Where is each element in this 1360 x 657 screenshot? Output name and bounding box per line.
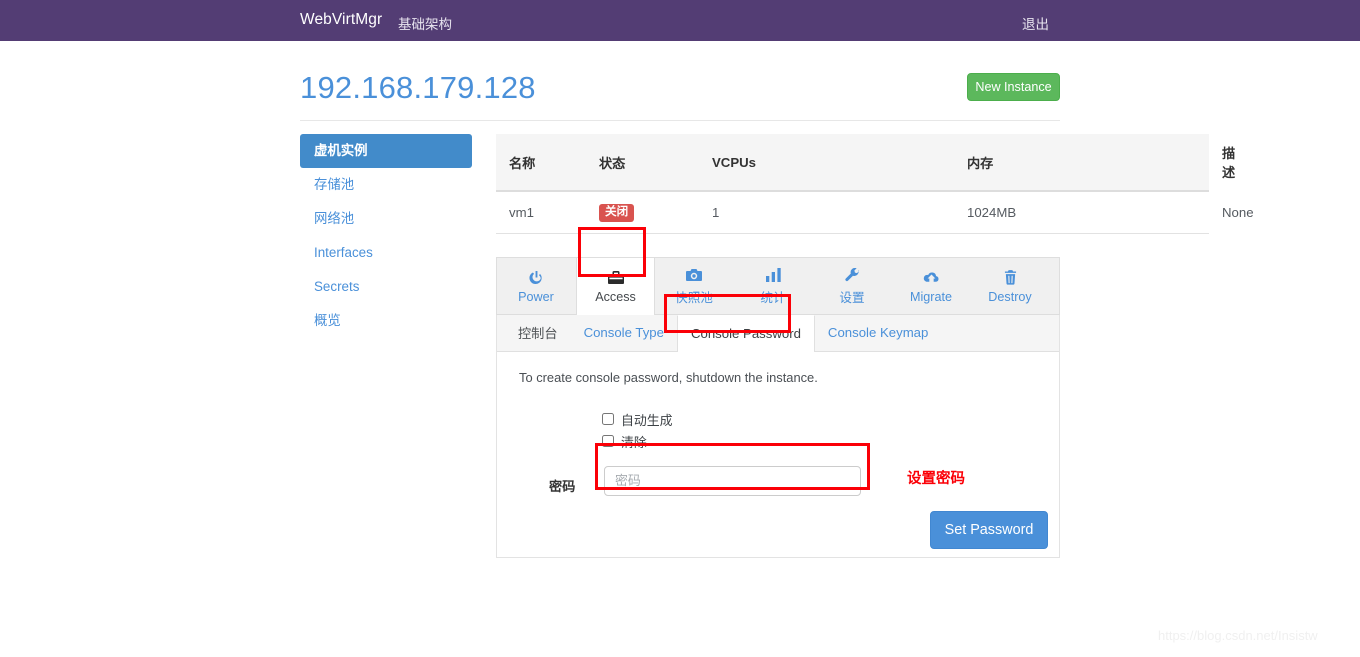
column-header-state: 状态 [586,134,699,192]
column-header-name: 名称 [496,134,586,192]
header-divider [300,120,1060,121]
checkbox-row-auto-generate[interactable]: 自动生成 [602,410,673,429]
subtab-console[interactable]: 控制台 [505,315,571,351]
main-content: 名称 状态 VCPUs 内存 描述 vm1 关闭 1 1024MB None P… [496,134,1254,558]
password-field-label: 密码 [549,478,576,494]
sidebar-item-network-pools[interactable]: 网络池 [300,202,472,236]
tab-settings-label: 设置 [839,291,865,305]
cloud-upload-icon [923,268,940,288]
sidebar-item-instances[interactable]: 虚机实例 [300,134,472,168]
console-password-form: To create console password, shutdown the… [497,352,1059,557]
access-panel: 控制台 Console Type Console Password Consol… [496,314,1060,558]
tab-snapshots[interactable]: 快照池 [655,258,734,314]
subtab-console-password[interactable]: Console Password [676,314,815,352]
sidebar: 虚机实例 存储池 网络池 Interfaces Secrets 概览 [300,134,472,338]
nav-item-logout[interactable]: 退出 [1022,13,1049,33]
tab-settings[interactable]: 设置 [813,258,892,314]
cell-instance-state: 关闭 [586,191,699,234]
tab-power[interactable]: Power [497,258,576,314]
page-title: 192.168.179.128 [300,70,536,105]
clear-label: 清除 [621,434,647,450]
clear-checkbox[interactable] [602,435,614,447]
sidebar-item-interfaces[interactable]: Interfaces [300,236,472,270]
set-password-button[interactable]: Set Password [930,510,1048,549]
briefcase-icon [607,268,624,288]
password-input[interactable] [604,465,861,496]
subtab-console-keymap[interactable]: Console Keymap [815,315,941,351]
column-header-memory: 内存 [954,134,1209,192]
table-row[interactable]: vm1 关闭 1 1024MB None [496,191,1254,234]
trash-icon [1004,268,1017,288]
auto-generate-label: 自动生成 [621,412,673,428]
tab-power-label: Power [518,289,554,304]
instance-action-tabs: Power Access 快照池 统计 设置 Migrate Destroy [496,256,1060,315]
tab-destroy-label: Destroy [988,289,1032,304]
status-badge: 关闭 [599,203,635,222]
tab-stats-label: 统计 [760,291,786,305]
tab-access[interactable]: Access [576,257,655,315]
instances-table: 名称 状态 VCPUs 内存 描述 vm1 关闭 1 1024MB None [496,134,1254,234]
auto-generate-checkbox[interactable] [602,413,614,425]
tab-migrate-label: Migrate [910,289,952,304]
tab-stats[interactable]: 统计 [734,258,813,314]
tab-access-label: Access [595,289,636,304]
cell-instance-vcpus: 1 [699,191,954,234]
form-hint-text: To create console password, shutdown the… [519,369,818,385]
brand-logo[interactable]: WebVirtMgr [300,11,382,29]
watermark-text: https://blog.csdn.net/Insistw [1158,628,1318,643]
tab-destroy[interactable]: Destroy [971,258,1050,314]
new-instance-button[interactable]: New Instance [967,73,1060,101]
power-icon [528,268,544,288]
nav-item-infrastructure[interactable]: 基础架构 [398,13,452,33]
sidebar-item-secrets[interactable]: Secrets [300,270,472,304]
sidebar-item-storage-pools[interactable]: 存储池 [300,168,472,202]
column-header-vcpus: VCPUs [699,134,954,192]
table-header-row: 名称 状态 VCPUs 内存 描述 [496,134,1235,192]
bar-chart-icon [765,265,781,285]
checkbox-row-clear[interactable]: 清除 [602,432,647,451]
wrench-icon [844,265,860,285]
cell-instance-name[interactable]: vm1 [496,191,586,234]
top-navbar: WebVirtMgr 基础架构 退出 [0,0,1360,41]
annotation-set-password-note: 设置密码 [907,470,965,487]
tab-migrate[interactable]: Migrate [892,258,971,314]
tab-snapshots-label: 快照池 [675,291,713,305]
sidebar-item-overview[interactable]: 概览 [300,304,472,338]
camera-icon [686,265,702,285]
subtab-console-type[interactable]: Console Type [571,315,677,351]
cell-instance-memory: 1024MB [954,191,1209,234]
console-subtabs: 控制台 Console Type Console Password Consol… [497,314,1059,352]
